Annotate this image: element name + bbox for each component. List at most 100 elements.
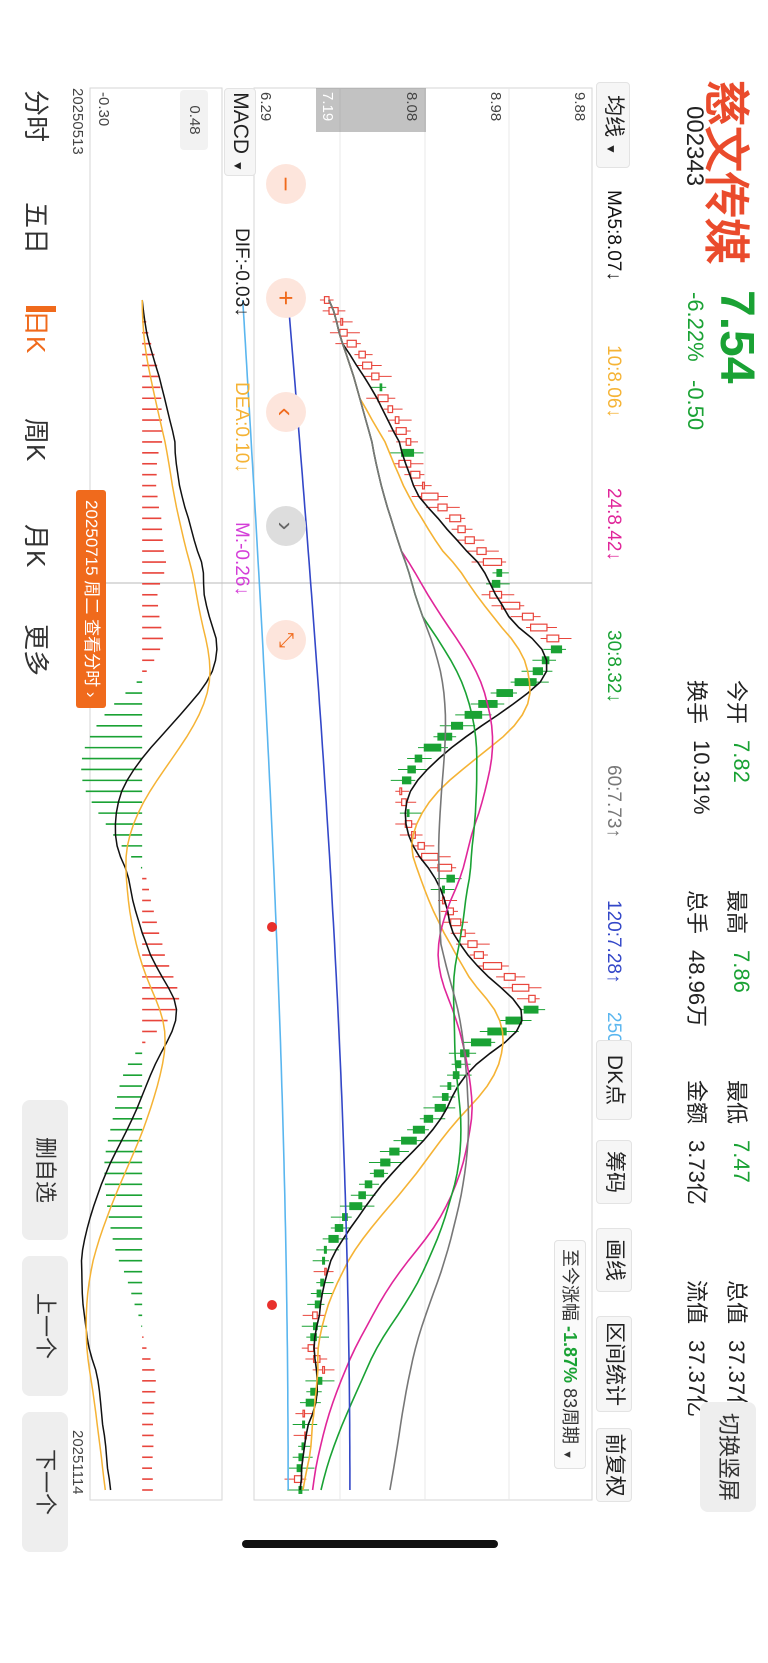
candle-body bbox=[340, 317, 344, 326]
tab-5[interactable]: 更多 bbox=[19, 624, 56, 676]
candle-body bbox=[505, 1016, 523, 1025]
candle-body bbox=[322, 1365, 326, 1374]
candle-body bbox=[328, 1234, 339, 1243]
candle-body bbox=[362, 361, 373, 370]
candle-body bbox=[457, 525, 466, 534]
range-stat-label: 至今涨幅 bbox=[560, 1249, 580, 1321]
candle-body bbox=[401, 1136, 417, 1145]
caret-down-icon: ▼ bbox=[561, 1449, 573, 1461]
previous-button[interactable]: 上一个 bbox=[22, 1256, 68, 1396]
candles-layer bbox=[284, 296, 572, 1494]
candle-body bbox=[395, 427, 407, 435]
ma-line bbox=[299, 299, 548, 1491]
candle-body bbox=[447, 1082, 452, 1091]
active-tab-indicator bbox=[26, 306, 56, 312]
candle-body bbox=[449, 514, 462, 523]
candle-body bbox=[401, 798, 407, 807]
scroll-left-icon[interactable]: ‹ bbox=[266, 392, 306, 432]
candle-body bbox=[511, 983, 530, 992]
candle-body bbox=[496, 689, 514, 697]
tab-0[interactable]: 分时 bbox=[19, 90, 56, 142]
candle-body bbox=[421, 481, 425, 490]
candle-body bbox=[523, 1005, 539, 1014]
candle-body bbox=[423, 743, 442, 752]
candle-body bbox=[464, 710, 483, 719]
candle-body bbox=[491, 579, 501, 588]
macd-line bbox=[85, 299, 211, 1491]
zoom-out-icon[interactable]: − bbox=[266, 164, 306, 204]
candle-body bbox=[312, 1311, 318, 1320]
candle-body bbox=[464, 536, 475, 545]
signal-dot bbox=[267, 1300, 277, 1310]
candle-body bbox=[377, 394, 389, 403]
candle-body bbox=[532, 667, 544, 676]
candle-body bbox=[423, 1114, 434, 1123]
zoom-in-icon[interactable]: + bbox=[266, 278, 306, 318]
macd-selector[interactable]: MACD ▼ bbox=[224, 88, 256, 176]
caret-down-icon: ▼ bbox=[231, 159, 245, 172]
scroll-right-icon[interactable]: › bbox=[266, 506, 306, 546]
price-tick: 8.08 bbox=[403, 92, 420, 122]
macd-selector-label: MACD bbox=[229, 92, 252, 155]
tab-1[interactable]: 五日 bbox=[19, 202, 56, 254]
candle-body bbox=[373, 1169, 385, 1178]
candle-body bbox=[528, 994, 536, 1003]
candle-body bbox=[358, 350, 366, 359]
candle-body bbox=[437, 863, 453, 872]
candle-body bbox=[421, 852, 439, 861]
candle-body bbox=[323, 1245, 327, 1254]
candle-body bbox=[521, 612, 534, 621]
macd-line bbox=[80, 299, 218, 1491]
candle-body bbox=[339, 328, 348, 337]
candle-body bbox=[496, 568, 503, 577]
tab-2[interactable]: 日K bbox=[19, 310, 56, 353]
macd-dea: DEA:0.10↓ bbox=[231, 382, 252, 473]
crosshair-date-tag[interactable]: 20250715 周二 查看分时 › bbox=[76, 490, 106, 708]
candle-body bbox=[450, 918, 462, 927]
macd-tick: -0.30 bbox=[95, 92, 112, 127]
ma-line bbox=[241, 299, 289, 1491]
candle-body bbox=[320, 1278, 325, 1287]
candle-body bbox=[322, 1256, 326, 1265]
date-start: 20250513 bbox=[69, 88, 86, 155]
candle-body bbox=[399, 787, 403, 796]
candle-body bbox=[546, 634, 560, 643]
candle-body bbox=[349, 1202, 363, 1211]
candle-body bbox=[476, 547, 487, 556]
candle-body bbox=[410, 470, 421, 479]
candle-body bbox=[314, 1300, 321, 1309]
candle-body bbox=[380, 1158, 391, 1167]
candle-body bbox=[371, 372, 380, 381]
candle-body bbox=[405, 437, 412, 446]
kline-chart[interactable] bbox=[0, 0, 768, 1663]
candle-body bbox=[401, 776, 412, 785]
macd-dif: DIF:-0.03↓ bbox=[231, 228, 252, 317]
candle-body bbox=[334, 1224, 344, 1232]
range-stat-period: 83周期 bbox=[560, 1388, 580, 1445]
price-tick: 9.88 bbox=[571, 92, 588, 122]
candle-body bbox=[530, 623, 548, 632]
candle-body bbox=[406, 809, 410, 818]
candle-body bbox=[394, 416, 400, 425]
tab-3[interactable]: 周K bbox=[19, 418, 56, 461]
macd-panel-border bbox=[89, 87, 223, 1501]
candle-body bbox=[316, 1289, 322, 1298]
signal-dot bbox=[267, 922, 277, 932]
candle-body bbox=[323, 296, 330, 304]
range-stat: 至今涨幅 -1.87% 83周期 ▼ bbox=[554, 1240, 586, 1470]
ma-lines-layer bbox=[241, 299, 548, 1491]
candle-body bbox=[434, 1103, 446, 1112]
candle-body bbox=[441, 1093, 449, 1101]
candle-body bbox=[437, 503, 448, 512]
candle-body bbox=[358, 1191, 366, 1200]
remove-watchlist-button[interactable]: 删自选 bbox=[22, 1100, 68, 1240]
ma-line bbox=[328, 299, 470, 1491]
candle-body bbox=[455, 1060, 462, 1069]
collapse-icon[interactable]: ⤡ bbox=[266, 620, 306, 660]
landscape-kline-view: 慈文传媒 7.54 002343 -6.22% -0.50 今开 7.82 最高 7.… bbox=[0, 0, 768, 1663]
tab-4[interactable]: 月K bbox=[19, 524, 56, 567]
candle-body bbox=[302, 1420, 306, 1429]
next-button[interactable]: 下一个 bbox=[22, 1412, 68, 1552]
price-tick: 8.98 bbox=[487, 92, 504, 122]
candle-body bbox=[307, 1344, 315, 1353]
